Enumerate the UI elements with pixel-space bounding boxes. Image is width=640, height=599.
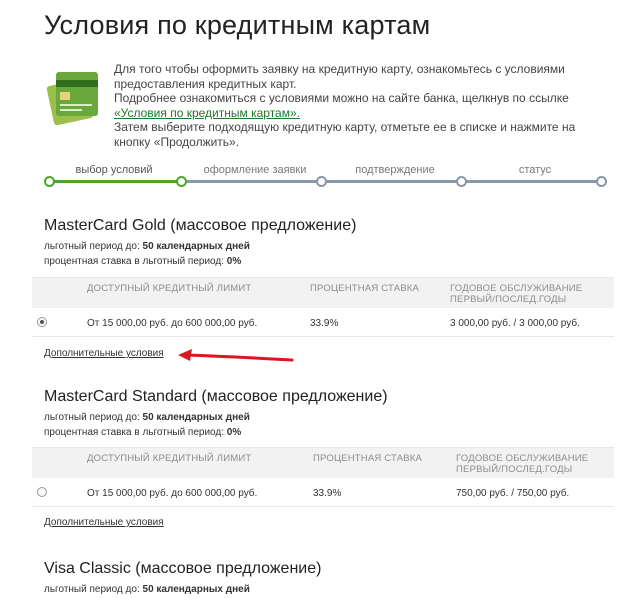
intro-text: Для того чтобы оформить заявку на кредит… bbox=[114, 62, 594, 150]
intro-line-1: Для того чтобы оформить заявку на кредит… bbox=[114, 62, 565, 91]
intro-block: Для того чтобы оформить заявку на кредит… bbox=[44, 62, 604, 149]
intro-line-2: Подробнее ознакомиться с условиями можно… bbox=[114, 91, 569, 106]
grace-period-value: 50 календарных дней bbox=[142, 412, 250, 423]
offer-radio[interactable] bbox=[37, 487, 47, 497]
offer-table: ДОСТУПНЫЙ КРЕДИТНЫЙ ЛИМИТ ПРОЦЕНТНАЯ СТА… bbox=[32, 277, 614, 337]
fee-value: 3 000,00 руб. / 3 000,00 руб. bbox=[450, 318, 580, 329]
column-fee-line2: ПЕРВЫЙ/ПОСЛЕД.ГОДЫ bbox=[450, 294, 567, 305]
red-arrow-annotation bbox=[178, 349, 294, 362]
credit-card-icon bbox=[46, 72, 98, 126]
limit-value: От 15 000,00 руб. до 600 000,00 руб. bbox=[87, 488, 258, 499]
progress-steps: выбор условий оформление заявки подтверж… bbox=[44, 162, 607, 190]
grace-period-value: 50 календарных дней bbox=[142, 584, 250, 595]
offer-radio[interactable] bbox=[37, 317, 47, 327]
step-dot-3 bbox=[316, 176, 327, 187]
step-dot-5 bbox=[596, 176, 607, 187]
offer-meta: льготный период до: 50 календарных дней … bbox=[44, 411, 604, 440]
column-rate: ПРОЦЕНТНАЯ СТАВКА bbox=[313, 453, 423, 464]
table-header: ДОСТУПНЫЙ КРЕДИТНЫЙ ЛИМИТ ПРОЦЕНТНАЯ СТА… bbox=[32, 277, 614, 308]
grace-period-label: льготный период до: bbox=[44, 241, 140, 252]
column-limit: ДОСТУПНЫЙ КРЕДИТНЫЙ ЛИМИТ bbox=[87, 453, 252, 464]
table-row[interactable]: От 15 000,00 руб. до 600 000,00 руб. 33.… bbox=[32, 308, 614, 337]
grace-rate-label: процентная ставка в льготный период: bbox=[44, 426, 225, 438]
progress-track-done bbox=[48, 180, 182, 183]
grace-rate-label: процентная ставка в льготный период: bbox=[44, 255, 225, 267]
intro-line-3: Затем выберите подходящую кредитную карт… bbox=[114, 120, 576, 149]
more-conditions-link-gold[interactable]: Дополнительные условия bbox=[44, 348, 164, 359]
rate-value: 33.9% bbox=[310, 318, 339, 329]
offer-title: Visa Classic (массовое предложение) bbox=[44, 560, 322, 577]
column-fee: ГОДОВОЕ ОБСЛУЖИВАНИЕ ПЕРВЫЙ/ПОСЛЕД.ГОДЫ bbox=[450, 283, 582, 305]
step-label-status: статус bbox=[518, 164, 552, 176]
step-dot-2 bbox=[176, 176, 187, 187]
progress-track-remaining bbox=[182, 180, 602, 183]
table-header: ДОСТУПНЫЙ КРЕДИТНЫЙ ЛИМИТ ПРОЦЕНТНАЯ СТА… bbox=[32, 447, 614, 478]
more-conditions-link-standard[interactable]: Дополнительные условия bbox=[44, 517, 164, 528]
column-fee-line2: ПЕРВЫЙ/ПОСЛЕД.ГОДЫ bbox=[456, 464, 573, 475]
column-limit: ДОСТУПНЫЙ КРЕДИТНЫЙ ЛИМИТ bbox=[87, 283, 252, 294]
page-title: Условия по кредитным картам bbox=[44, 10, 431, 40]
offer-mastercard-standard: MasterCard Standard (массовое предложени… bbox=[32, 388, 614, 507]
table-row[interactable]: От 15 000,00 руб. до 600 000,00 руб. 33.… bbox=[32, 478, 614, 507]
offer-meta: льготный период до: 50 календарных дней … bbox=[44, 240, 604, 269]
offer-title: MasterCard Gold (массовое предложение) bbox=[44, 217, 357, 234]
conditions-link[interactable]: «Условия по кредитным картам». bbox=[114, 106, 300, 120]
offer-title: MasterCard Standard (массовое предложени… bbox=[44, 388, 388, 405]
fee-value: 750,00 руб. / 750,00 руб. bbox=[456, 488, 570, 499]
column-fee: ГОДОВОЕ ОБСЛУЖИВАНИЕ ПЕРВЫЙ/ПОСЛЕД.ГОДЫ bbox=[456, 453, 588, 475]
step-label-confirmation: подтверждение bbox=[355, 164, 435, 176]
step-label-application: оформление заявки bbox=[203, 164, 307, 176]
grace-period-value: 50 календарных дней bbox=[142, 241, 250, 252]
grace-period-label: льготный период до: bbox=[44, 412, 140, 423]
column-fee-line1: ГОДОВОЕ ОБСЛУЖИВАНИЕ bbox=[450, 283, 583, 294]
grace-rate-value: 0% bbox=[226, 426, 242, 438]
rate-value: 33.9% bbox=[313, 488, 342, 499]
step-dot-1 bbox=[44, 176, 55, 187]
grace-period-label: льготный период до: bbox=[44, 584, 140, 595]
column-fee-line1: ГОДОВОЕ ОБСЛУЖИВАНИЕ bbox=[456, 453, 589, 464]
offer-table: ДОСТУПНЫЙ КРЕДИТНЫЙ ЛИМИТ ПРОЦЕНТНАЯ СТА… bbox=[32, 447, 614, 507]
offer-mastercard-gold: MasterCard Gold (массовое предложение) л… bbox=[32, 217, 614, 337]
column-rate: ПРОЦЕНТНАЯ СТАВКА bbox=[310, 283, 420, 294]
grace-rate-value: 0% bbox=[226, 255, 242, 267]
offer-meta: льготный период до: 50 календарных дней bbox=[44, 583, 604, 598]
step-label-conditions: выбор условий bbox=[75, 164, 153, 176]
offer-visa-classic: Visa Classic (массовое предложение) льго… bbox=[44, 560, 604, 598]
step-dot-4 bbox=[456, 176, 467, 187]
limit-value: От 15 000,00 руб. до 600 000,00 руб. bbox=[87, 318, 258, 329]
